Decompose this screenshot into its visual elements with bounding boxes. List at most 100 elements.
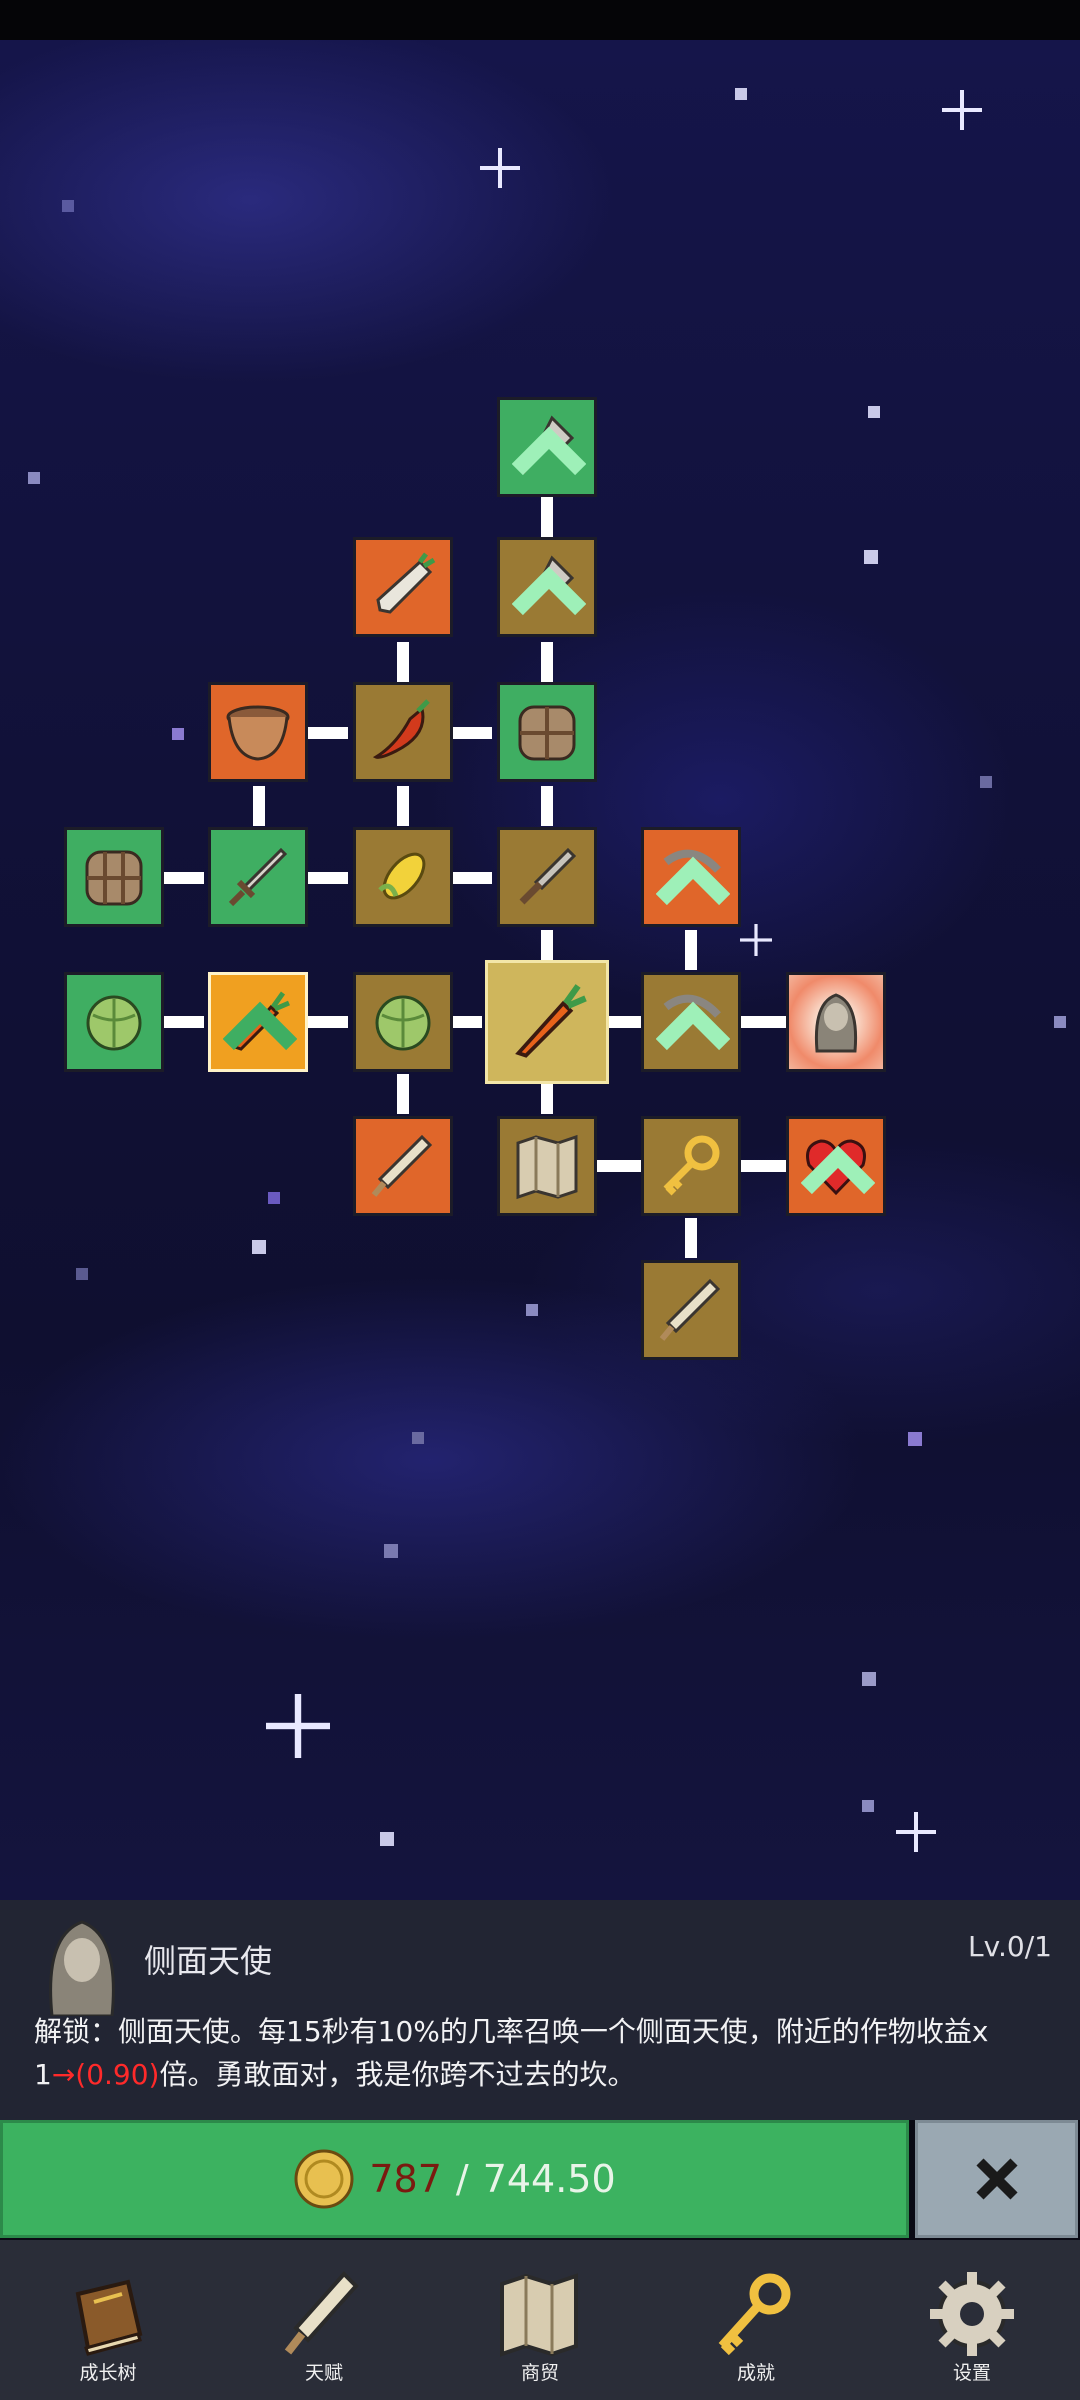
coins-owned: 787 xyxy=(369,2157,442,2201)
purchase-button[interactable]: 787 / 744.50 xyxy=(0,2120,909,2238)
node-shovel[interactable] xyxy=(497,537,597,637)
upgrade-arrow-icon xyxy=(656,1001,730,1051)
map-icon xyxy=(516,1134,578,1200)
tree-connector xyxy=(541,930,553,960)
star xyxy=(868,406,880,418)
star xyxy=(62,200,74,212)
node-pickaxe[interactable] xyxy=(641,972,741,1072)
node-carrot-center[interactable] xyxy=(485,960,609,1084)
star xyxy=(380,1832,394,1846)
nav-label: 成就 xyxy=(736,2362,775,2384)
tree-connector xyxy=(397,1074,409,1114)
node-carrot-selected[interactable] xyxy=(208,972,308,1072)
star xyxy=(862,1800,874,1812)
sparkle-star xyxy=(740,924,772,956)
bag-icon xyxy=(85,850,143,906)
tree-connector xyxy=(608,1016,642,1028)
scroll-icon xyxy=(371,1134,433,1197)
scroll-icon xyxy=(659,1278,721,1341)
tree-connector xyxy=(541,497,553,537)
tree-connector xyxy=(740,1016,786,1028)
sparkle-star xyxy=(896,1812,936,1852)
node-heart[interactable] xyxy=(786,1116,886,1216)
node-sickle[interactable] xyxy=(497,827,597,927)
node-scroll-orange[interactable] xyxy=(353,1116,453,1216)
nav-label: 设置 xyxy=(952,2362,991,2384)
star xyxy=(412,1432,424,1444)
angel-icon xyxy=(814,993,858,1053)
tree-connector xyxy=(308,1016,348,1028)
skill-title: 侧面天使 xyxy=(144,1942,273,1980)
star xyxy=(864,550,878,564)
star xyxy=(76,1268,88,1280)
node-cabbage[interactable] xyxy=(353,972,453,1072)
node-radish[interactable] xyxy=(353,537,453,637)
node-key[interactable] xyxy=(641,1116,741,1216)
gear-icon xyxy=(930,2272,1014,2356)
upgrade-arrow-icon xyxy=(801,1145,875,1195)
node-bag-left[interactable] xyxy=(64,827,164,927)
cabbage-icon xyxy=(375,995,431,1051)
node-map[interactable] xyxy=(497,1116,597,1216)
nav-item-settings[interactable]: 设置 xyxy=(864,2240,1080,2400)
sparkle-star xyxy=(942,90,982,130)
star xyxy=(172,728,184,740)
star xyxy=(980,776,992,788)
map-icon xyxy=(500,2273,578,2357)
nav-label: 成长树 xyxy=(79,2362,137,2384)
upgrade-arrow-icon xyxy=(656,856,730,906)
node-cabbage-left[interactable] xyxy=(64,972,164,1072)
star xyxy=(252,1240,266,1254)
nav-item-talent[interactable]: 天赋 xyxy=(216,2240,432,2400)
status-bar xyxy=(0,0,1080,40)
tree-connector xyxy=(308,872,348,884)
key-icon xyxy=(663,1135,720,1196)
star xyxy=(268,1192,280,1204)
tree-connector xyxy=(397,642,409,682)
star xyxy=(28,472,40,484)
skill-detail-panel: 侧面天使 Lv.0/1 解锁：侧面天使。每15秒有10%的几率召唤一个侧面天使，… xyxy=(0,1900,1080,2120)
close-button[interactable] xyxy=(915,2120,1078,2238)
nav-item-trade[interactable]: 商贸 xyxy=(432,2240,648,2400)
tree-connector xyxy=(541,1084,553,1114)
pot-icon xyxy=(226,705,290,761)
nav-label: 天赋 xyxy=(304,2362,343,2384)
node-sword[interactable] xyxy=(208,827,308,927)
nav-item-achievements[interactable]: 成就 xyxy=(648,2240,864,2400)
tree-connector xyxy=(253,786,265,826)
sword-icon xyxy=(228,847,288,907)
node-shovel-top[interactable] xyxy=(497,397,597,497)
tree-connector xyxy=(164,1016,204,1028)
upgrade-arrow-icon xyxy=(512,566,586,616)
close-icon xyxy=(975,2158,1018,2200)
tree-connector xyxy=(308,727,348,739)
skill-multiplier-highlight: →(0.90) xyxy=(51,2058,160,2091)
nav-item-growth-tree[interactable]: 成长树 xyxy=(0,2240,216,2400)
bag-icon xyxy=(518,705,576,761)
corn-icon xyxy=(378,852,426,900)
node-angel[interactable] xyxy=(786,972,886,1072)
node-scroll-bottom[interactable] xyxy=(641,1260,741,1360)
node-pot[interactable] xyxy=(208,682,308,782)
coin-icon xyxy=(294,2149,354,2209)
node-chili[interactable] xyxy=(353,682,453,782)
sickle-icon xyxy=(519,847,577,905)
tree-connector xyxy=(452,872,492,884)
coins-required: 744.50 xyxy=(482,2157,616,2201)
node-corn[interactable] xyxy=(353,827,453,927)
skill-description: 解锁：侧面天使。每15秒有10%的几率召唤一个侧面天使，附近的作物收益x 1→(0… xyxy=(34,2010,1054,2096)
cost-separator: / xyxy=(455,2157,469,2201)
sparkle-star xyxy=(266,1694,330,1758)
tree-connector xyxy=(452,727,492,739)
node-bag-top[interactable] xyxy=(497,682,597,782)
skill-level: Lv.0/1 xyxy=(968,1930,1052,1963)
nav-label: 商贸 xyxy=(520,2362,559,2384)
bottom-nav: 成长树 天赋 商贸 成就 设置 xyxy=(0,2240,1080,2400)
tree-connector xyxy=(740,1160,786,1172)
node-pickaxe-top[interactable] xyxy=(641,827,741,927)
skill-description-text: 1 xyxy=(34,2058,52,2091)
radish-icon xyxy=(376,552,436,614)
tree-connector xyxy=(452,1016,482,1028)
book-icon xyxy=(75,2279,143,2356)
tree-connector xyxy=(397,786,409,826)
